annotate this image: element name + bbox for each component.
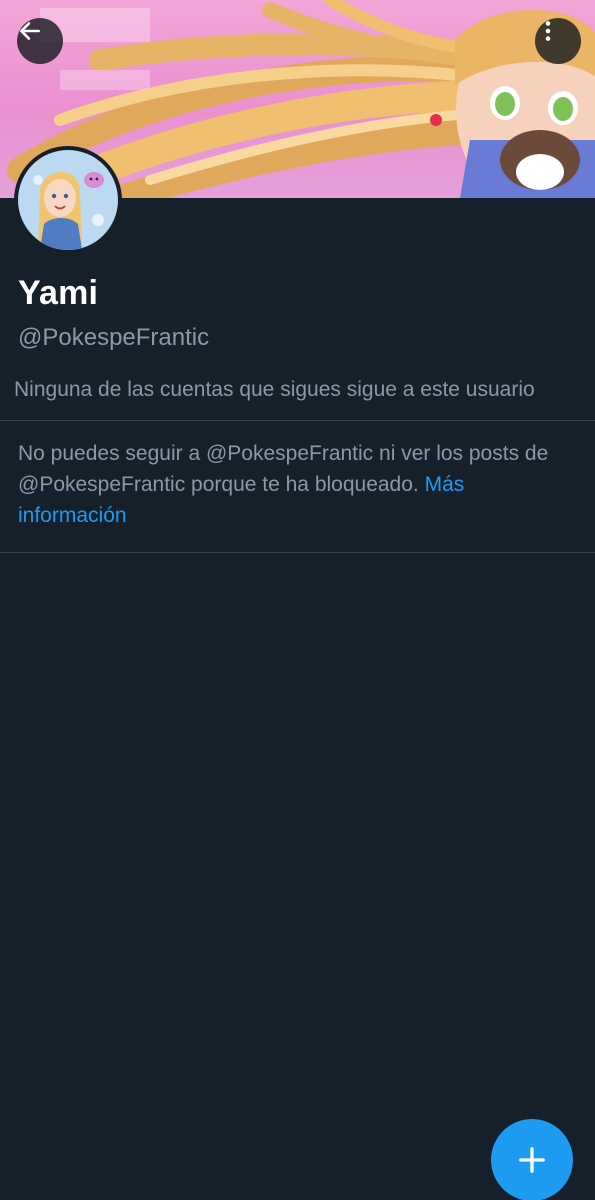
display-name: Yami [18, 274, 99, 312]
arrow-left-icon [20, 22, 40, 40]
avatar-illustration [18, 150, 118, 250]
user-handle: @PokespeFrantic [18, 324, 210, 351]
more-options-button[interactable] [535, 18, 581, 64]
divider-bottom [0, 552, 595, 553]
vertical-dots-icon [545, 21, 551, 41]
divider-top [0, 420, 595, 421]
compose-button[interactable] [491, 1119, 573, 1200]
blocked-notice-text: No puedes seguir a @PokespeFrantic ni ve… [18, 442, 549, 496]
blocked-notice: No puedes seguir a @PokespeFrantic ni ve… [18, 438, 578, 531]
back-button[interactable] [17, 18, 63, 64]
profile-screen: Yami @PokespeFrantic Ninguna de las cuen… [0, 0, 595, 1200]
plus-icon [519, 1147, 545, 1173]
mutual-followers-note: Ninguna de las cuentas que sigues sigue … [14, 378, 535, 401]
avatar[interactable] [14, 146, 122, 254]
